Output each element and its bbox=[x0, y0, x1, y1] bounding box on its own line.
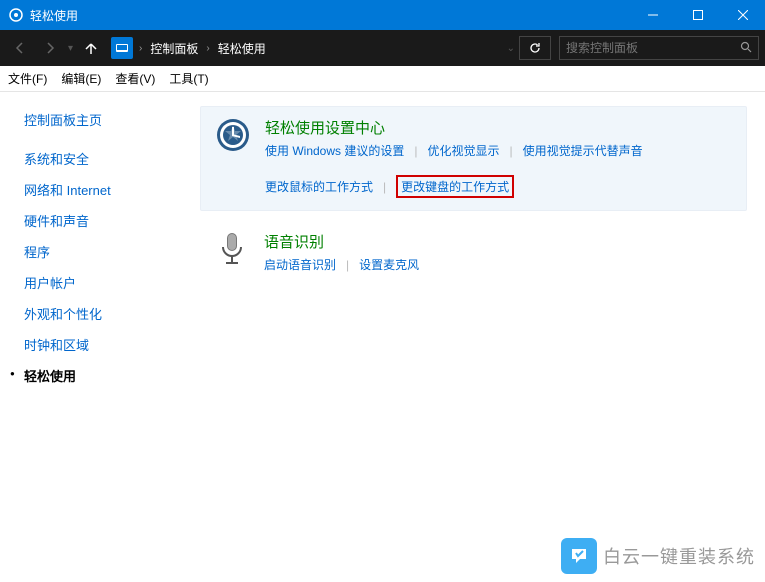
link-change-keyboard[interactable]: 更改键盘的工作方式 bbox=[396, 175, 514, 198]
sidebar-item-appearance[interactable]: 外观和个性化 bbox=[24, 304, 200, 323]
sidebar-item-network[interactable]: 网络和 Internet bbox=[24, 180, 200, 199]
speech-title[interactable]: 语音识别 bbox=[264, 231, 419, 252]
close-button[interactable] bbox=[720, 0, 765, 30]
watermark-text: 白云一键重装系统 bbox=[603, 543, 755, 569]
sidebar-item-system[interactable]: 系统和安全 bbox=[24, 149, 200, 168]
breadcrumb-ease-of-access[interactable]: 轻松使用 bbox=[218, 40, 266, 57]
back-button[interactable] bbox=[6, 34, 34, 62]
microphone-icon bbox=[214, 231, 250, 267]
up-button[interactable] bbox=[77, 34, 105, 62]
app-icon bbox=[8, 7, 24, 23]
link-start-speech[interactable]: 启动语音识别 bbox=[264, 256, 336, 273]
watermark: 白云一键重装系统 bbox=[561, 538, 755, 574]
sidebar-item-accounts[interactable]: 用户帐户 bbox=[24, 273, 200, 292]
refresh-button[interactable] bbox=[519, 36, 551, 60]
link-optimize-visual[interactable]: 优化视觉显示 bbox=[427, 142, 499, 159]
link-setup-mic[interactable]: 设置麦克风 bbox=[359, 256, 419, 273]
sidebar-item-clock[interactable]: 时钟和区域 bbox=[24, 335, 200, 354]
menu-tools[interactable]: 工具(T) bbox=[169, 70, 208, 87]
chevron-right-icon: › bbox=[139, 43, 142, 54]
menu-edit[interactable]: 编辑(E) bbox=[61, 70, 101, 87]
separator: | bbox=[510, 144, 513, 158]
forward-button[interactable] bbox=[36, 34, 64, 62]
breadcrumb-control-panel[interactable]: 控制面板 bbox=[150, 40, 198, 57]
watermark-icon bbox=[561, 538, 597, 574]
breadcrumb-dropdown-icon[interactable]: ⌄ bbox=[507, 43, 515, 54]
sidebar-home[interactable]: 控制面板主页 bbox=[24, 110, 200, 129]
card-speech: 语音识别 启动语音识别 | 设置麦克风 bbox=[200, 221, 747, 285]
sidebar-item-programs[interactable]: 程序 bbox=[24, 242, 200, 261]
control-panel-icon bbox=[111, 37, 133, 59]
chevron-right-icon: › bbox=[206, 43, 209, 54]
card-ease-of-access: 轻松使用设置中心 使用 Windows 建议的设置 | 优化视觉显示 | 使用视… bbox=[200, 106, 747, 211]
menu-file[interactable]: 文件(F) bbox=[8, 70, 47, 87]
search-box[interactable] bbox=[559, 36, 759, 60]
ease-of-access-icon bbox=[215, 117, 251, 153]
separator: | bbox=[414, 144, 417, 158]
link-windows-suggestions[interactable]: 使用 Windows 建议的设置 bbox=[265, 142, 404, 159]
ease-center-title[interactable]: 轻松使用设置中心 bbox=[265, 117, 732, 138]
sidebar-item-hardware[interactable]: 硬件和声音 bbox=[24, 211, 200, 230]
maximize-button[interactable] bbox=[675, 0, 720, 30]
sidebar-item-ease-of-access[interactable]: 轻松使用 bbox=[24, 366, 200, 385]
nav-dropdown-icon[interactable]: ▾ bbox=[68, 43, 73, 54]
link-change-mouse[interactable]: 更改鼠标的工作方式 bbox=[265, 178, 373, 195]
link-visual-cues[interactable]: 使用视觉提示代替声音 bbox=[523, 142, 643, 159]
window-title: 轻松使用 bbox=[30, 7, 630, 24]
separator: | bbox=[346, 258, 349, 272]
search-input[interactable] bbox=[566, 41, 740, 55]
search-icon[interactable] bbox=[740, 41, 752, 56]
separator: | bbox=[383, 180, 386, 194]
minimize-button[interactable] bbox=[630, 0, 675, 30]
menu-view[interactable]: 查看(V) bbox=[115, 70, 155, 87]
